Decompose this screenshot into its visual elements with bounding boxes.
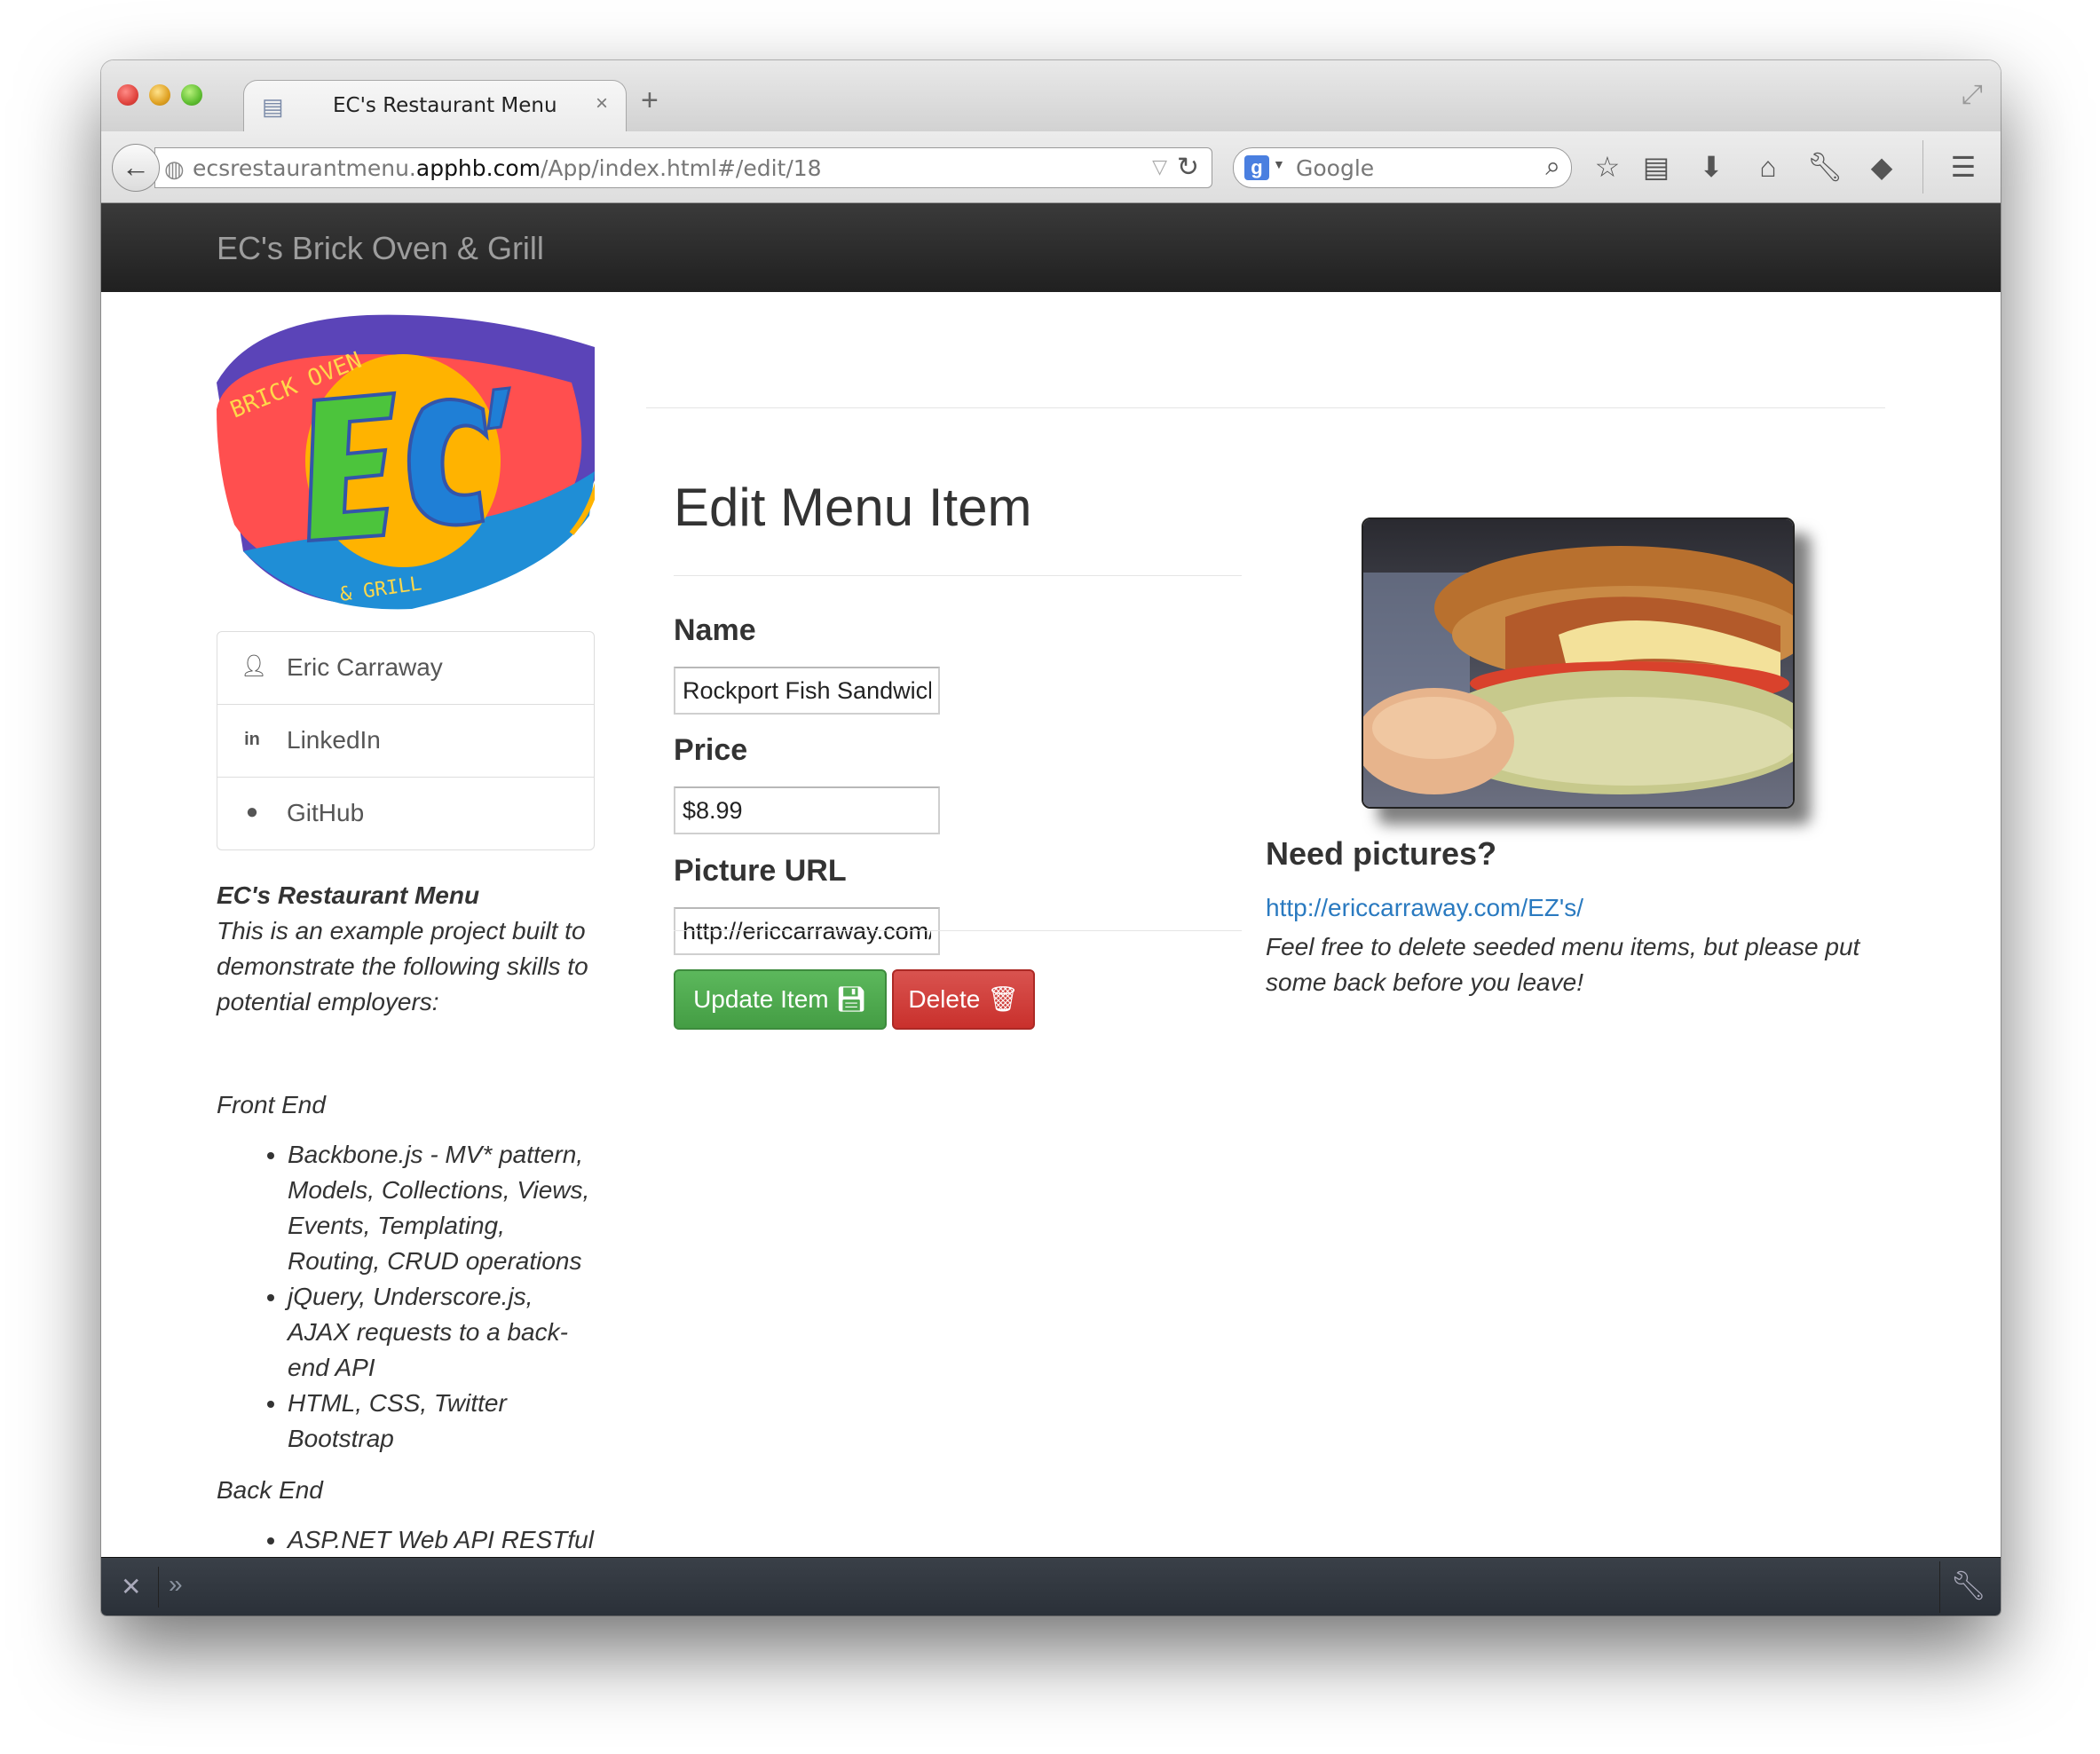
- close-icon[interactable]: ✕: [121, 1572, 141, 1601]
- star-icon[interactable]: ☆: [1588, 147, 1627, 186]
- picture-url-label: Picture URL: [674, 854, 847, 888]
- download-icon[interactable]: ⬇: [1692, 147, 1731, 186]
- page-icon: ▤: [262, 93, 284, 120]
- sidebar-link-list: 👤︎ Eric Carraway in LinkedIn ● GitHub: [217, 631, 595, 850]
- search-bar[interactable]: g ▼ Google ⌕: [1233, 147, 1572, 188]
- browser-window: ▤ EC's Restaurant Menu × + ⤢ ◍ ecsrestau…: [101, 60, 2001, 1616]
- about-section: EC's Restaurant Menu This is an example …: [217, 878, 598, 1557]
- wrench-icon[interactable]: 🔧︎: [1950, 1568, 1986, 1602]
- list-item: ASP.NET Web API RESTful: [288, 1522, 598, 1557]
- github-icon: ●: [245, 800, 259, 824]
- list-item: HTML, CSS, Twitter Bootstrap: [288, 1386, 598, 1457]
- restaurant-logo: BRICK OVEN & GRILL: [217, 314, 595, 610]
- back-arrow-icon: ←: [122, 151, 150, 183]
- name-input[interactable]: [674, 667, 940, 715]
- tab-strip: ▤ EC's Restaurant Menu × + ⤢: [101, 60, 2001, 132]
- divider: [674, 930, 1242, 931]
- front-end-list: Backbone.js - MV* pattern, Models, Colle…: [217, 1137, 598, 1457]
- trash-icon: 🗑︎: [987, 985, 1019, 1013]
- pocket-icon[interactable]: ◆: [1862, 147, 1901, 186]
- delete-label: Delete: [908, 985, 981, 1013]
- wrench-icon[interactable]: 🔧︎: [1805, 147, 1844, 186]
- search-engine-dropdown-icon[interactable]: ▼: [1273, 157, 1285, 171]
- nav-toolbar: ◍ ecsrestaurantmenu.apphb.com/App/index.…: [101, 131, 2001, 203]
- new-tab-button[interactable]: +: [641, 83, 659, 118]
- list-item: Backbone.js - MV* pattern, Models, Colle…: [288, 1137, 598, 1279]
- page-content: EC's Brick Oven & Grill BRICK OVEN & GRI…: [101, 203, 2001, 1557]
- home-icon[interactable]: ⌂: [1749, 147, 1788, 186]
- update-item-label: Update Item: [693, 985, 829, 1013]
- delete-button[interactable]: Delete 🗑︎: [892, 969, 1035, 1030]
- toolbar-divider: [158, 1567, 159, 1608]
- tab-restaurant-menu[interactable]: ▤ EC's Restaurant Menu ×: [243, 80, 627, 132]
- front-end-heading: Front End: [217, 1091, 326, 1118]
- name-label: Name: [674, 613, 756, 647]
- sidebar-item-linkedin[interactable]: in LinkedIn: [217, 705, 594, 778]
- need-pictures-heading: Need pictures?: [1266, 835, 1497, 872]
- user-icon: 👤︎: [241, 654, 268, 678]
- site-navbar: EC's Brick Oven & Grill: [101, 203, 2001, 292]
- minimize-window-button[interactable]: [149, 84, 170, 106]
- save-icon: 💾︎: [835, 985, 867, 1013]
- back-button[interactable]: ←: [112, 144, 160, 192]
- reload-icon[interactable]: ↻: [1177, 152, 1199, 183]
- about-intro: This is an example project built to demo…: [217, 917, 588, 1015]
- sidebar-item-label: Eric Carraway: [287, 653, 443, 681]
- sidebar-item-eric-carraway[interactable]: 👤︎ Eric Carraway: [217, 632, 594, 705]
- about-title: EC's Restaurant Menu: [217, 881, 480, 909]
- back-end-heading: Back End: [217, 1476, 323, 1504]
- zoom-window-button[interactable]: [181, 84, 202, 106]
- menu-item-picture: [1362, 518, 1795, 809]
- list-item: jQuery, Underscore.js, AJAX requests to …: [288, 1279, 598, 1386]
- fullscreen-icon[interactable]: ⤢: [1962, 80, 1983, 110]
- url-dropdown-icon[interactable]: ▽: [1152, 155, 1167, 178]
- tab-close-icon[interactable]: ×: [596, 91, 608, 116]
- toolbar-divider: [1939, 1561, 1940, 1613]
- sidebar-item-label: GitHub: [287, 799, 365, 826]
- url-bar[interactable]: ◍ ecsrestaurantmenu.apphb.com/App/index.…: [154, 147, 1212, 188]
- price-label: Price: [674, 733, 748, 767]
- site-brand[interactable]: EC's Brick Oven & Grill: [217, 230, 544, 267]
- pictures-link[interactable]: http://ericcarraway.com/EZ's/: [1266, 894, 1583, 922]
- menu-icon[interactable]: ☰: [1944, 147, 1983, 186]
- pictures-note: Feel free to delete seeded menu items, b…: [1266, 933, 1860, 996]
- toolbar-divider: [1922, 140, 1923, 194]
- picture-url-input[interactable]: [674, 907, 940, 955]
- url-text[interactable]: ecsrestaurantmenu.apphb.com/App/index.ht…: [193, 155, 822, 181]
- page-title: Edit Menu Item: [674, 478, 1032, 537]
- sidebar-item-label: LinkedIn: [287, 726, 381, 754]
- globe-icon: ◍: [164, 155, 185, 182]
- back-end-list: ASP.NET Web API RESTful: [217, 1522, 598, 1557]
- linkedin-icon: in: [244, 730, 260, 749]
- close-window-button[interactable]: [117, 84, 138, 106]
- search-icon[interactable]: ⌕: [1545, 152, 1560, 182]
- price-input[interactable]: [674, 786, 940, 834]
- command-line-icon[interactable]: »: [169, 1570, 183, 1599]
- tab-title: EC's Restaurant Menu: [333, 94, 557, 117]
- divider: [646, 407, 1885, 408]
- search-engine-icon[interactable]: g: [1244, 155, 1269, 180]
- divider: [674, 575, 1242, 576]
- developer-toolbar: ✕ » 🔧︎: [101, 1557, 2001, 1616]
- search-placeholder[interactable]: Google: [1296, 155, 1374, 181]
- reading-list-icon[interactable]: ▤: [1637, 147, 1676, 186]
- update-item-button[interactable]: Update Item 💾︎: [674, 969, 887, 1030]
- sidebar-item-github[interactable]: ● GitHub: [217, 778, 594, 849]
